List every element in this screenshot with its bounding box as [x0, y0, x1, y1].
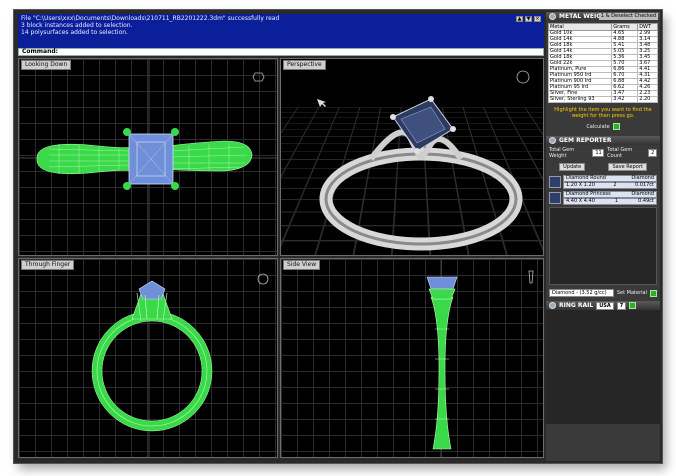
- country-select[interactable]: USA: [596, 301, 614, 310]
- size-select[interactable]: 7: [616, 301, 627, 310]
- table-row[interactable]: Silver, Sterling 93 3.42 2.20: [547, 96, 658, 103]
- save-report-button[interactable]: Save Report: [608, 163, 647, 171]
- ring-perspective-view: [317, 70, 530, 251]
- gem-name: Diamond Round: [566, 175, 606, 181]
- viewport-label-front[interactable]: Through Finger: [21, 260, 75, 270]
- gear-icon: [549, 13, 556, 20]
- scroll-up-button[interactable]: ▲: [516, 16, 523, 22]
- viewport-label-top[interactable]: Looking Down: [21, 60, 72, 70]
- gem-carat: 0.49ct: [638, 198, 654, 204]
- command-history: File "C:\Users\xxx\Documents\Downloads\2…: [18, 14, 544, 48]
- gem-actions-row: Update Save Report: [546, 161, 660, 173]
- close-button[interactable]: ×: [534, 16, 541, 22]
- viewport-front[interactable]: Through Finger: [18, 258, 278, 458]
- gem-size: 4.40 X 4.40: [566, 198, 595, 204]
- command-prompt-label: Command:: [22, 48, 59, 55]
- cell: Silver, Sterling 93: [547, 96, 613, 103]
- command-input[interactable]: Command:: [18, 48, 544, 56]
- ring-side-view: [426, 259, 534, 457]
- cell: 2.20: [637, 96, 658, 103]
- set-material-label: Set Material: [616, 290, 647, 296]
- gem-size: 1.20 X 1.20: [566, 182, 595, 188]
- list-item[interactable]: Diamond Princess Diamond 4.40 X 4.40 1 0.49…: [549, 191, 657, 205]
- calculate-label: Calculate: [586, 123, 610, 130]
- gem-totals-row: Total Gem Weight 11 Total Gem Count 2: [546, 145, 660, 161]
- calculate-button[interactable]: [612, 123, 620, 130]
- list-item[interactable]: Diamond Round Diamond 1.20 X 1.20 2 0.017ct: [549, 175, 657, 189]
- metal-weights-hint: Highlight the item you want to find the …: [554, 107, 652, 119]
- gem-name: Diamond Princess: [566, 191, 611, 197]
- command-controls: ▲ ▼ ×: [516, 16, 541, 22]
- gem-type: Diamond: [631, 175, 654, 181]
- viewport-side[interactable]: Side View: [280, 258, 544, 458]
- ring-rail-go-button[interactable]: [629, 302, 637, 309]
- gem-qty: 1: [614, 198, 619, 204]
- total-count-label: Total Gem Count: [607, 147, 633, 159]
- panel-empty-area: [546, 310, 660, 424]
- viewport-top[interactable]: Looking Down: [18, 58, 278, 256]
- ring-front-view: [91, 259, 269, 457]
- total-weight-value: 11: [592, 149, 605, 157]
- cell: 3.42: [611, 96, 639, 103]
- gem-type: Diamond: [631, 191, 654, 197]
- gem-qty: 2: [613, 182, 617, 188]
- application-window: File "C:\Users\xxx\Documents\Downloads\2…: [14, 10, 662, 463]
- viewport-label-side[interactable]: Side View: [283, 260, 321, 270]
- total-count-value: 2: [648, 149, 657, 157]
- update-button[interactable]: Update: [559, 163, 586, 171]
- diamond-icon: [549, 192, 561, 204]
- right-panel: METAL WEIGHTS 1 & Deselect Checked Metal…: [546, 12, 660, 461]
- gem-list-area: [549, 207, 657, 285]
- calculate-row: Calculate: [546, 121, 660, 132]
- metal-weights-header: METAL WEIGHTS 1 & Deselect Checked: [546, 12, 660, 21]
- gem-info: Diamond Round Diamond 1.20 X 1.20 2 0.017ct: [563, 175, 657, 189]
- command-line-1: File "C:\Users\xxx\Documents\Downloads\2…: [21, 15, 280, 22]
- ring-rail-header: RING RAIL USA 7: [546, 301, 660, 310]
- ring-rail-title: RING RAIL: [559, 302, 594, 309]
- gear-icon: [549, 137, 556, 144]
- gem-reporter-header: GEM REPORTER: [546, 136, 660, 145]
- gear-icon: [549, 302, 556, 309]
- gem-carat: 0.017ct: [634, 182, 654, 188]
- set-material-button[interactable]: [650, 289, 657, 297]
- total-weight-label: Total Gem Weight: [549, 147, 575, 159]
- gem-info: Diamond Princess Diamond 4.40 X 4.40 1 0.49…: [563, 191, 657, 205]
- metal-weights-table: Metal Grams DWT Gold 10k 4.65 2.99 Gold 14…: [547, 23, 658, 103]
- viewport-label-perspective[interactable]: Perspective: [283, 60, 326, 70]
- deselect-checked-button[interactable]: 1 & Deselect Checked: [598, 13, 658, 20]
- diamond-icon: [549, 176, 561, 188]
- command-line-2: 3 block instances added to selection.: [21, 22, 133, 29]
- scroll-down-button[interactable]: ▼: [525, 16, 532, 22]
- material-select[interactable]: Diamond - (3.52 g/cc): [549, 289, 614, 297]
- gem-reporter-title: GEM REPORTER: [559, 137, 612, 144]
- command-line-3: 14 polysurfaces added to selection.: [21, 29, 128, 36]
- ring-top-view: [19, 59, 277, 255]
- viewport-perspective[interactable]: Perspective: [280, 58, 544, 256]
- material-row: Diamond - (3.52 g/cc) Set Material: [546, 287, 660, 299]
